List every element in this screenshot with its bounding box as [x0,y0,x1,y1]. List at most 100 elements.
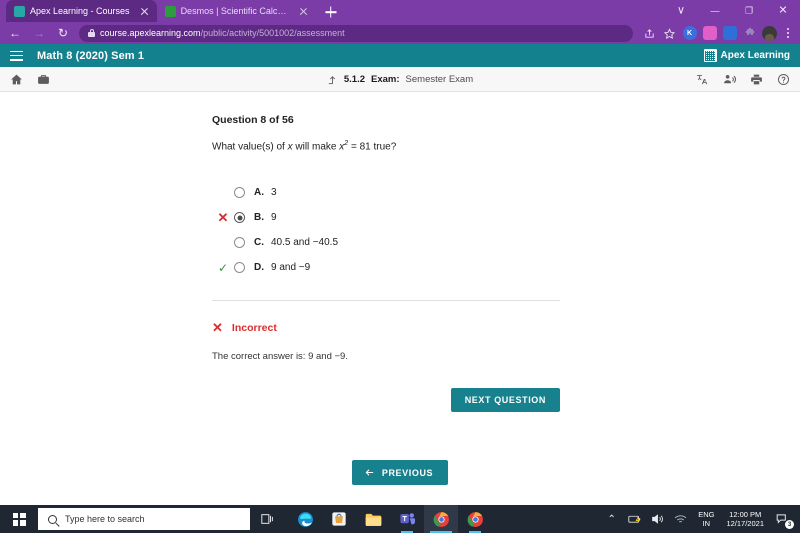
close-window-icon[interactable]: ✕ [766,0,800,22]
feedback-banner: ✕ Incorrect [212,321,560,334]
close-icon[interactable] [298,6,309,17]
edge-icon[interactable] [288,505,322,533]
puzzle-extension-icon[interactable] [740,24,759,43]
course-title: Math 8 (2020) Sem 1 [37,49,145,62]
volume-icon[interactable] [646,505,669,533]
check-mark-icon: ✓ [217,260,229,275]
language-indicator[interactable]: ENG IN [692,510,720,529]
answer-option-a[interactable]: A. 3 [212,180,560,205]
lock-icon [88,29,95,37]
maximize-icon[interactable]: ❐ [732,0,766,22]
microsoft-teams-icon[interactable] [390,505,424,533]
windows-start-icon[interactable] [0,505,38,533]
option-result-marker: ✓ [212,255,234,280]
search-placeholder: Type here to search [65,514,145,524]
browser-tab-apex[interactable]: Apex Learning - Courses [6,0,157,22]
previous-button-row: PREVIOUS [0,460,800,485]
back-icon[interactable]: ← [4,23,26,43]
option-text: 9 and −9 [271,262,311,274]
option-letter: A. [254,187,264,199]
omnibox-actions: K [640,24,796,43]
window-controls: ∨ — ❐ ✕ [664,0,800,22]
browser-tab-desmos[interactable]: Desmos | Scientific Calculator [157,0,316,22]
x-mark-icon: ✕ [217,210,229,226]
radio-button-a[interactable] [234,187,245,199]
radio-button-d[interactable] [234,262,245,274]
answer-option-b[interactable]: ✕ B. 9 [212,205,560,230]
question-content: Question 8 of 56 What value(s) of x will… [0,92,800,413]
grid-extension-icon[interactable] [720,24,739,43]
breadcrumb: 5.1.2 Exam: Semester Exam [0,74,800,85]
search-input[interactable]: Type here to search [38,508,250,530]
windows-taskbar: Type here to search ⌃ ENG IN 12:00 PM 12… [0,505,800,533]
option-letter: C. [254,237,264,249]
clock[interactable]: 12:00 PM 12/17/2021 [720,510,770,529]
browser-chrome: Apex Learning - Courses Desmos | Scienti… [0,0,800,44]
chrome-icon-second[interactable] [458,505,492,533]
briefcase-icon[interactable] [37,73,50,86]
minimize-icon[interactable]: — [698,0,732,22]
chrome-icon-active[interactable] [424,505,458,533]
kebab-menu-icon[interactable] [780,24,796,43]
notifications-icon[interactable]: 3 [770,505,796,533]
translate-icon[interactable] [696,73,709,86]
sub-toolbar-right [696,73,790,86]
taskbar-apps [288,505,492,533]
apex-course-header: Math 8 (2020) Sem 1 Apex Learning [0,44,800,67]
previous-button-label: PREVIOUS [381,467,434,478]
status-badge: Incorrect [231,321,277,334]
url-text: course.apexlearning.com/public/activity/… [100,28,345,38]
answer-option-c[interactable]: C. 40.5 and −40.5 [212,230,560,255]
go-up-icon[interactable] [327,74,338,85]
help-icon[interactable] [777,73,790,86]
x-mark-icon: ✕ [212,320,223,336]
tab-strip: Apex Learning - Courses Desmos | Scienti… [0,0,800,22]
home-icon[interactable] [10,73,23,86]
chevron-down-icon[interactable]: ∨ [664,0,698,22]
microsoft-store-icon[interactable] [322,505,356,533]
system-tray: ⌃ ENG IN 12:00 PM 12/17/2021 3 [600,505,800,533]
hamburger-menu-icon[interactable] [10,50,23,61]
option-text: 3 [271,187,277,199]
apex-favicon [14,5,25,17]
assessment-page: Question 8 of 56 What value(s) of x will… [0,92,800,503]
share-icon[interactable] [640,24,659,43]
next-question-button[interactable]: NEXT QUESTION [450,388,560,413]
new-tab-icon[interactable] [321,2,341,22]
task-view-icon[interactable] [250,505,284,533]
option-result-marker: ✕ [212,205,234,230]
notification-count-badge: 3 [785,520,794,529]
kami-extension-icon[interactable]: K [680,24,699,43]
search-icon [48,514,57,524]
file-explorer-icon[interactable] [356,505,390,533]
next-button-row: NEXT QUESTION [212,388,560,413]
previous-button[interactable]: PREVIOUS [351,460,449,485]
tray-chevron-up-icon[interactable]: ⌃ [600,505,623,533]
close-icon[interactable] [139,6,150,17]
radio-button-b[interactable] [234,212,245,224]
apex-brand-text: Apex Learning [720,50,790,61]
apex-brand-logo: Apex Learning [703,44,790,67]
address-bar[interactable]: course.apexlearning.com/public/activity/… [79,24,633,42]
reload-icon[interactable]: ↻ [52,23,74,43]
sub-toolbar-left [10,73,50,86]
question-prompt: What value(s) of x will make x2 = 81 tru… [212,140,397,153]
apex-sub-toolbar: 5.1.2 Exam: Semester Exam [0,67,800,92]
battery-warning-icon[interactable] [623,505,646,533]
tab-title: Apex Learning - Courses [30,6,130,16]
forward-icon[interactable]: → [28,23,50,43]
breadcrumb-number: 5.1.2 [343,73,366,85]
radio-button-c[interactable] [234,237,245,249]
profile-avatar[interactable] [760,24,779,43]
read-aloud-icon[interactable] [723,73,736,86]
pink-extension-icon[interactable] [700,24,719,43]
breadcrumb-label: Exam: [371,73,400,85]
tab-title: Desmos | Scientific Calculator [180,6,289,16]
wifi-icon[interactable] [669,505,692,533]
answer-option-d[interactable]: ✓ D. 9 and −9 [212,255,560,280]
option-text: 40.5 and −40.5 [271,237,339,249]
breadcrumb-value: Semester Exam [405,73,474,85]
bookmark-star-icon[interactable] [660,24,679,43]
print-icon[interactable] [750,73,763,86]
omnibox-bar: ← → ↻ course.apexlearning.com/public/act… [0,22,800,44]
